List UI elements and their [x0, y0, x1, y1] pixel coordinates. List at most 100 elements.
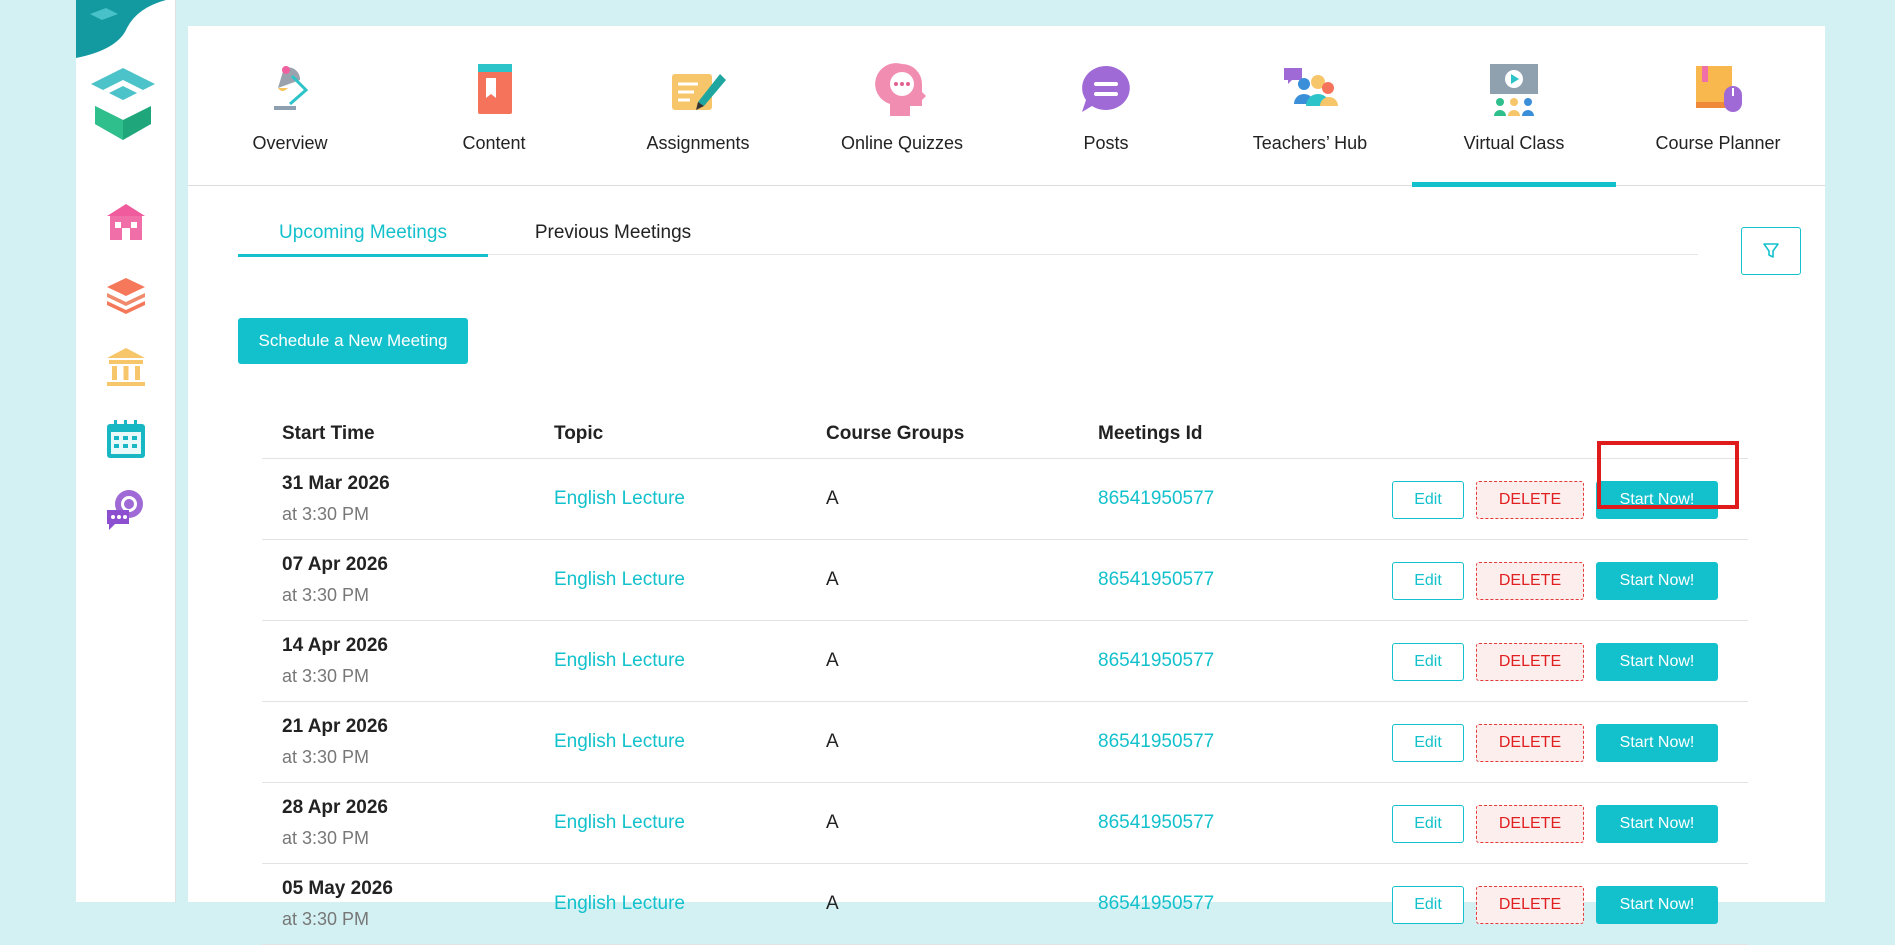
main-panel: Overview Content Assignments Online Quiz…: [188, 26, 1825, 945]
course-group: A: [826, 812, 839, 833]
desk-lamp-icon: [274, 66, 309, 110]
nav-course-planner[interactable]: Course Planner: [1616, 26, 1820, 185]
corner-fold-icon: [76, 0, 166, 58]
delete-button[interactable]: DELETE: [1476, 805, 1584, 843]
meeting-time: at 3:30 PM: [282, 585, 370, 605]
delete-button[interactable]: DELETE: [1476, 886, 1584, 924]
nav-label: Overview: [252, 133, 328, 153]
meeting-id-link[interactable]: 86541950577: [1098, 650, 1214, 672]
meeting-tabs: Upcoming Meetings Previous Meetings: [238, 222, 1698, 257]
teachers-group-icon: [1284, 68, 1338, 106]
nav-online-quizzes[interactable]: Online Quizzes: [800, 26, 1004, 185]
meeting-topic-link[interactable]: English Lecture: [554, 650, 685, 672]
course-nav: Overview Content Assignments Online Quiz…: [188, 26, 1825, 187]
meeting-date: 14 Apr 2026: [282, 635, 388, 656]
assignment-pen-icon: [672, 74, 726, 110]
app-logo[interactable]: [87, 66, 159, 142]
start-now-button[interactable]: Start Now!: [1596, 724, 1718, 762]
schedule-meeting-button[interactable]: Schedule a New Meeting: [238, 318, 468, 364]
delete-button[interactable]: DELETE: [1476, 562, 1584, 600]
meeting-date: 05 May 2026: [282, 878, 393, 899]
filter-icon: [1763, 243, 1779, 258]
course-group: A: [826, 488, 839, 509]
table-row: 21 Apr 2026 at 3:30 PM English Lecture A 865…: [262, 702, 1748, 783]
sidebar: [76, 0, 176, 902]
meeting-date: 28 Apr 2026: [282, 797, 388, 818]
speech-bubble-icon: [1082, 66, 1130, 112]
meeting-time: at 3:30 PM: [282, 504, 370, 524]
table-body: 31 Mar 2026 at 3:30 PM English Lecture A 865…: [262, 459, 1748, 945]
column-header-meetings-id: Meetings Id: [1098, 423, 1203, 444]
start-now-button[interactable]: Start Now!: [1596, 886, 1718, 924]
table-row: 28 Apr 2026 at 3:30 PM English Lecture A 865…: [262, 783, 1748, 864]
edit-button[interactable]: Edit: [1392, 805, 1464, 843]
nav-label: Teachers’ Hub: [1252, 133, 1368, 153]
meeting-time: at 3:30 PM: [282, 666, 370, 686]
courses-stack-icon[interactable]: [103, 272, 149, 318]
column-header-topic: Topic: [554, 423, 604, 444]
nav-label: Posts: [1083, 133, 1129, 153]
meeting-id-link[interactable]: 86541950577: [1098, 812, 1214, 834]
start-now-button[interactable]: Start Now!: [1596, 805, 1718, 843]
table-row: 31 Mar 2026 at 3:30 PM English Lecture A 865…: [262, 459, 1748, 540]
calendar-icon[interactable]: [103, 416, 149, 462]
course-group: A: [826, 731, 839, 752]
quiz-head-icon: [875, 63, 926, 116]
planner-mouse-icon: [1696, 66, 1742, 112]
course-group: A: [826, 650, 839, 671]
book-icon: [478, 64, 512, 114]
delete-button[interactable]: DELETE: [1476, 643, 1584, 681]
table-row: 05 May 2026 at 3:30 PM English Lecture A 865…: [262, 864, 1748, 945]
tab-previous-meetings[interactable]: Previous Meetings: [488, 222, 738, 254]
edit-button[interactable]: Edit: [1392, 643, 1464, 681]
school-icon[interactable]: [103, 200, 149, 246]
edit-button[interactable]: Edit: [1392, 481, 1464, 519]
meeting-date: 07 Apr 2026: [282, 554, 388, 575]
nav-virtual-class[interactable]: Virtual Class: [1412, 26, 1616, 187]
table-row: 14 Apr 2026 at 3:30 PM English Lecture A 865…: [262, 621, 1748, 702]
start-now-button[interactable]: Start Now!: [1596, 643, 1718, 681]
chat-icon[interactable]: [103, 486, 149, 532]
meeting-topic-link[interactable]: English Lecture: [554, 812, 685, 834]
edit-button[interactable]: Edit: [1392, 886, 1464, 924]
nav-content[interactable]: Content: [392, 26, 596, 185]
nav-overview[interactable]: Overview: [188, 26, 392, 185]
course-group: A: [826, 893, 839, 914]
nav-posts[interactable]: Posts: [1004, 26, 1208, 185]
tab-upcoming-meetings[interactable]: Upcoming Meetings: [238, 222, 488, 257]
edit-button[interactable]: Edit: [1392, 562, 1464, 600]
meeting-id-link[interactable]: 86541950577: [1098, 488, 1214, 510]
meeting-time: at 3:30 PM: [282, 747, 370, 767]
nav-label: Content: [462, 133, 526, 153]
delete-button[interactable]: DELETE: [1476, 481, 1584, 519]
nav-label: Virtual Class: [1463, 133, 1565, 153]
meeting-time: at 3:30 PM: [282, 909, 370, 929]
column-header-course-groups: Course Groups: [826, 423, 965, 444]
meeting-date: 21 Apr 2026: [282, 716, 388, 737]
meeting-id-link[interactable]: 86541950577: [1098, 569, 1214, 591]
meeting-date: 31 Mar 2026: [282, 473, 390, 494]
course-group: A: [826, 569, 839, 590]
nav-assignments[interactable]: Assignments: [596, 26, 800, 185]
column-header-start-time: Start Time: [282, 423, 375, 444]
table-row: 07 Apr 2026 at 3:30 PM English Lecture A 865…: [262, 540, 1748, 621]
nav-label: Assignments: [646, 133, 750, 153]
meeting-topic-link[interactable]: English Lecture: [554, 731, 685, 753]
video-screen-icon: [1490, 64, 1538, 116]
meeting-topic-link[interactable]: English Lecture: [554, 569, 685, 591]
delete-button[interactable]: DELETE: [1476, 724, 1584, 762]
start-now-button[interactable]: Start Now!: [1596, 562, 1718, 600]
filter-button[interactable]: [1741, 227, 1801, 275]
edit-button[interactable]: Edit: [1392, 724, 1464, 762]
nav-teachers-hub[interactable]: Teachers’ Hub: [1208, 26, 1412, 185]
meeting-topic-link[interactable]: English Lecture: [554, 488, 685, 510]
nav-label: Course Planner: [1655, 133, 1781, 153]
institution-icon[interactable]: [103, 344, 149, 390]
table-header: Start Time Topic Course Groups Meetings …: [262, 396, 1748, 459]
meeting-id-link[interactable]: 86541950577: [1098, 893, 1214, 915]
meeting-id-link[interactable]: 86541950577: [1098, 731, 1214, 753]
start-now-button[interactable]: Start Now!: [1596, 481, 1718, 519]
nav-label: Online Quizzes: [840, 133, 964, 153]
meetings-table: Start Time Topic Course Groups Meetings …: [262, 396, 1748, 945]
meeting-topic-link[interactable]: English Lecture: [554, 893, 685, 915]
